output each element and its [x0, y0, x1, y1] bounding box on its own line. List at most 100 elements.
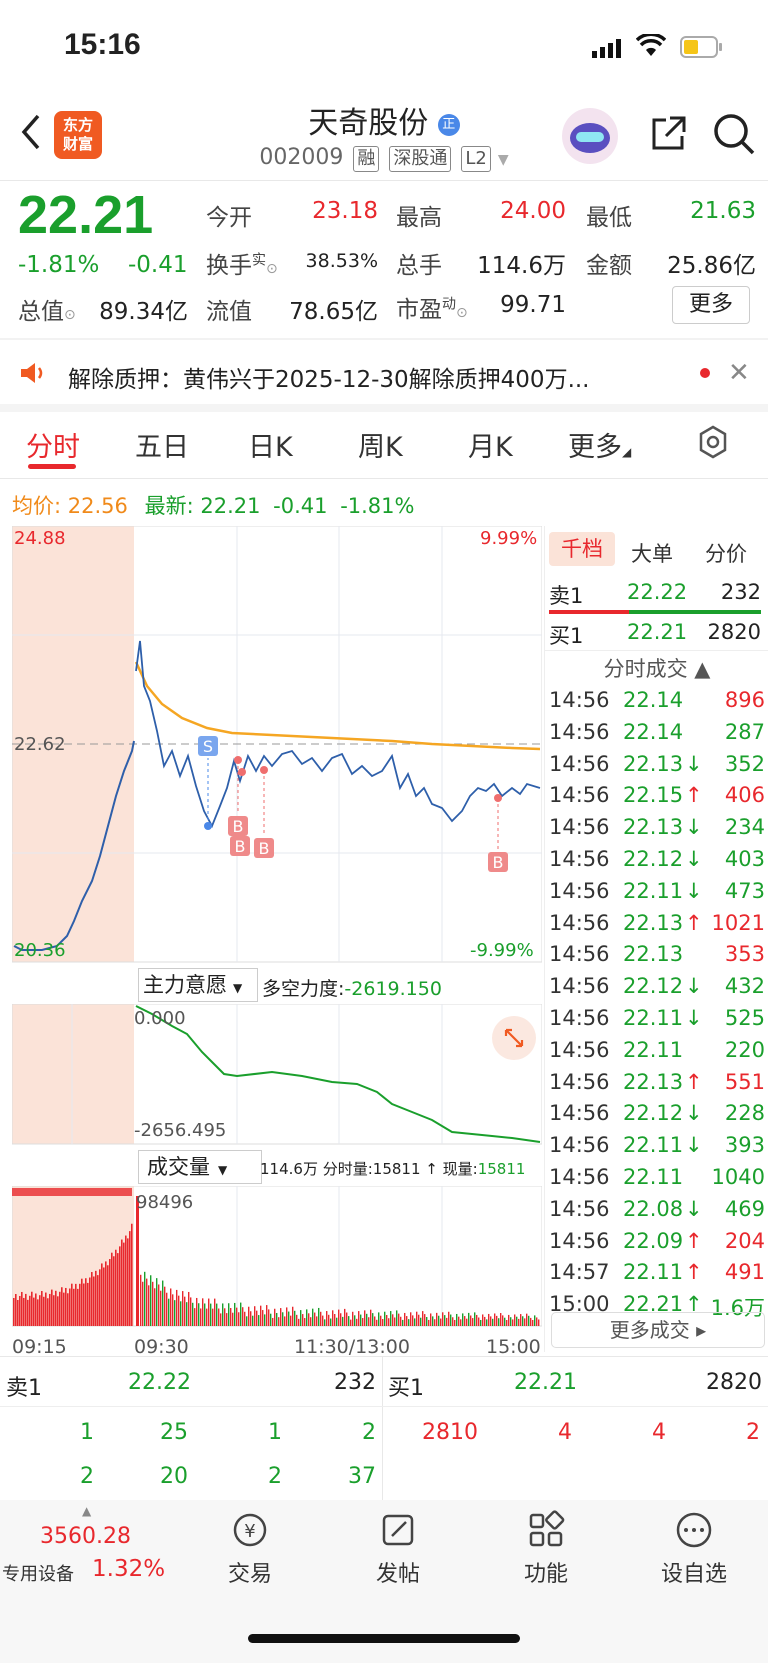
tick-row: 14:56 22.11 ↓ 525 [545, 1006, 768, 1038]
tick-volume: 525 [724, 1006, 765, 1030]
tick-volume: 403 [724, 847, 765, 871]
capital-selector[interactable]: 主力意愿 ▼ [138, 968, 258, 1002]
volume-summary: 114.6万 分时量:15811 ↑ 现量:15811 [260, 1160, 526, 1178]
nav-trade[interactable]: ¥ 交易 [210, 1510, 290, 1588]
index-label[interactable]: 专用设备 [2, 1560, 74, 1586]
more-button[interactable]: 更多 [672, 286, 750, 324]
tick-row: 14:56 22.12 ↓ 432 [545, 974, 768, 1006]
tick-row: 14:56 22.14 287 [545, 720, 768, 752]
svg-text:B: B [259, 839, 270, 858]
tick-direction: ↓ [685, 1006, 703, 1030]
tick-direction: ↑ [685, 1228, 703, 1253]
more-ticks-button[interactable]: 更多成交 ▸ [551, 1312, 765, 1348]
tick-volume: 220 [724, 1037, 765, 1062]
rp-ratio-bar [549, 610, 761, 614]
close-icon[interactable]: ✕ [728, 358, 750, 388]
index-value[interactable]: 3560.28 [40, 1524, 131, 1549]
tick-price: 22.11 [623, 1133, 684, 1158]
tick-row: 14:56 22.12 ↓ 228 [545, 1101, 768, 1133]
tick-row: 14:56 22.13 ↑ 551 [545, 1070, 768, 1102]
tick-volume: 469 [724, 1196, 765, 1221]
pct-min-label: -9.99% [470, 940, 534, 961]
tick-price: 22.11 [623, 1260, 684, 1285]
tick-row: 14:56 22.14 896 [545, 688, 768, 720]
tick-time: 14:56 [549, 878, 610, 903]
tab-five-day[interactable]: 五日 [135, 425, 189, 464]
tick-direction: ↑ [685, 1069, 703, 1094]
tick-volume: 287 [724, 719, 765, 744]
tab-daily[interactable]: 日K [248, 425, 293, 464]
y-max-label: 24.88 [14, 528, 66, 549]
float-cap-label: 流值 [206, 299, 252, 325]
search-icon[interactable] [712, 112, 756, 160]
tick-row: 14:56 22.11 ↓ 473 [545, 879, 768, 911]
tab-intraday[interactable]: 分时 [26, 425, 80, 464]
notice-text[interactable]: 解除质押：黄伟兴于2025-12-30解除质押400万... [68, 360, 668, 394]
tick-direction: ↓ [685, 974, 703, 999]
tick-price: 22.14 [623, 719, 684, 744]
tick-row: 14:56 22.13 ↑ 1021 [545, 911, 768, 943]
tick-volume: 204 [724, 1228, 765, 1253]
tick-volume: 352 [724, 751, 765, 776]
settings-icon[interactable] [695, 424, 731, 464]
tick-price: 22.08 [623, 1196, 684, 1221]
tick-price: 22.09 [623, 1228, 684, 1253]
tick-price: 22.13 [623, 1069, 684, 1094]
turnover-label: 换手实⊙ [206, 252, 278, 279]
dropdown-icon[interactable]: ▼ [498, 152, 509, 168]
nav-add-watchlist[interactable]: 设自选 [654, 1510, 734, 1588]
tick-volume: 1040 [711, 1165, 765, 1189]
ob-sell-label: 卖1 [6, 1376, 42, 1401]
tick-time: 14:57 [549, 1260, 610, 1285]
tick-row: 14:56 22.11 220 [545, 1038, 768, 1070]
total-cap-value: 89.34亿 [99, 299, 188, 325]
capital-strength: 多空力度:-2619.150 [262, 978, 442, 1000]
tab-monthly[interactable]: 月K [468, 425, 513, 464]
price-chart[interactable]: S B B B B [12, 526, 542, 966]
expand-icon[interactable] [492, 1016, 536, 1060]
tick-price: 22.15 [623, 783, 684, 808]
high-label: 最高 [396, 205, 442, 231]
tick-row: 14:56 22.11 ↓ 393 [545, 1133, 768, 1165]
ob-buy-vol: 2820 [706, 1370, 762, 1395]
tab-weekly[interactable]: 周K [358, 425, 403, 464]
open-value: 23.18 [312, 198, 378, 224]
total-cap-label: 总值⊙ [18, 299, 76, 325]
volume-selector[interactable]: 成交量 ▼ [138, 1150, 262, 1184]
rp-tab-book[interactable]: 千档 [549, 532, 615, 566]
robot-avatar[interactable] [562, 108, 618, 164]
tick-direction: ↓ [685, 878, 703, 903]
rp-ticks-header[interactable]: 分时成交 ▲ [545, 650, 768, 681]
tick-row: 14:56 22.12 ↓ 403 [545, 847, 768, 879]
x-label-open: 09:15 [12, 1336, 67, 1358]
open-label: 今开 [206, 205, 252, 231]
rp-sell1: 卖1 22.22 232 [549, 580, 761, 608]
share-icon[interactable] [648, 114, 688, 158]
x-label-930: 09:30 [134, 1336, 189, 1358]
volume-chart [12, 1186, 542, 1327]
more-icon [676, 1512, 712, 1548]
grid-icon [529, 1510, 565, 1547]
tag-connect: 深股通 [389, 146, 452, 172]
rp-tab-price[interactable]: 分价 [705, 538, 747, 568]
index-pct[interactable]: 1.32% [92, 1556, 165, 1582]
tick-price: 22.12 [623, 974, 684, 999]
tick-price: 22.14 [623, 688, 684, 712]
change-pct: -1.81% [18, 252, 100, 278]
low-value: 21.63 [690, 198, 756, 224]
buy-queue-item: 2810 [422, 1420, 478, 1445]
rp-tab-bigorder[interactable]: 大单 [631, 538, 673, 568]
ob-buy-label: 买1 [388, 1376, 424, 1401]
tick-time: 14:56 [549, 719, 610, 744]
x-label-close: 15:00 [486, 1336, 541, 1358]
tick-volume: 896 [724, 688, 765, 712]
tick-direction: ↓ [685, 1196, 703, 1221]
battery-icon [680, 36, 724, 62]
tab-more[interactable]: 更多◢ [568, 425, 631, 464]
pct-max-label: 9.99% [480, 528, 538, 549]
tick-volume: 228 [724, 1101, 765, 1126]
turnover-value: 38.53% [305, 250, 378, 272]
nav-post[interactable]: 发帖 [358, 1510, 438, 1588]
nav-functions[interactable]: 功能 [506, 1510, 586, 1588]
tick-time: 14:56 [549, 1228, 610, 1253]
